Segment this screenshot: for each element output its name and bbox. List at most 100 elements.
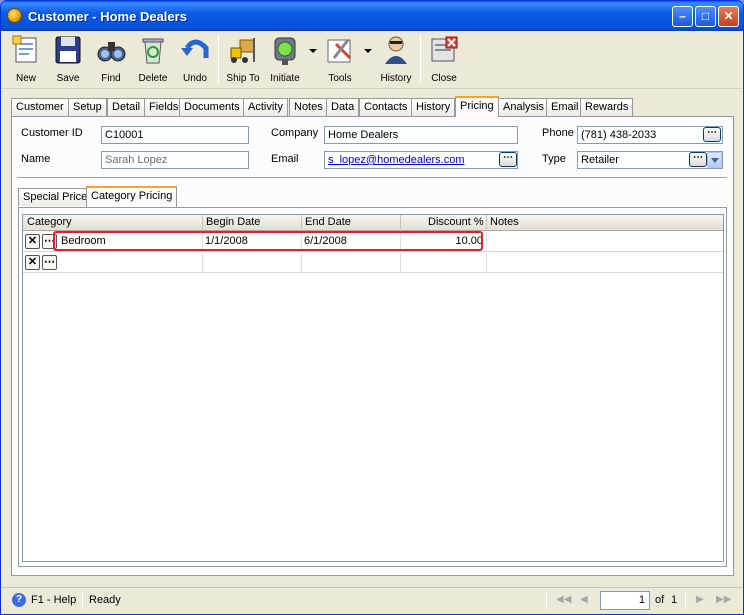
initiate-dropdown-arrow[interactable] xyxy=(309,49,317,53)
last-page-icon[interactable]: ▶▶ xyxy=(716,594,731,605)
toolbar-separator xyxy=(218,35,219,83)
page-total: 1 xyxy=(671,594,678,606)
cell-divider xyxy=(202,253,203,273)
column-header-discount[interactable]: Discount % xyxy=(428,216,484,228)
toolbar: New Save Find Delete Undo Ship To Initia… xyxy=(2,31,742,89)
company-field[interactable]: Home Dealers xyxy=(324,126,518,144)
column-header-notes[interactable]: Notes xyxy=(490,216,519,228)
phone-label: Phone xyxy=(542,127,574,139)
status-separator xyxy=(685,592,686,609)
tab-history[interactable]: History xyxy=(411,98,456,116)
tab-contacts[interactable]: Contacts xyxy=(359,98,413,116)
table-row-new[interactable]: ✕ ⋯ xyxy=(23,253,723,273)
email-label: Email xyxy=(271,153,299,165)
status-separator xyxy=(82,592,83,609)
row-more-button[interactable]: ⋯ xyxy=(42,255,57,270)
cell-divider xyxy=(486,232,487,252)
category-pricing-panel: Category Begin Date End Date Discount % … xyxy=(18,207,727,567)
help-icon[interactable]: ? xyxy=(12,593,26,607)
column-divider[interactable] xyxy=(486,215,487,231)
next-page-icon[interactable]: ▶ xyxy=(696,594,704,605)
name-field[interactable]: Sarah Lopez xyxy=(101,151,249,169)
toolbar-separator xyxy=(420,35,421,83)
phone-more-button[interactable]: ⋯ xyxy=(703,127,721,142)
tab-data[interactable]: Data xyxy=(326,98,360,116)
tab-documents[interactable]: Documents xyxy=(179,98,245,116)
subtab-category-pricing[interactable]: Category Pricing xyxy=(86,186,178,207)
close-window-button[interactable]: ✕ xyxy=(718,6,739,27)
grid-header: Category Begin Date End Date Discount % … xyxy=(23,215,723,231)
tools-icon xyxy=(324,34,356,66)
type-more-button[interactable]: ⋯ xyxy=(689,152,707,167)
recycle-bin-icon xyxy=(137,34,169,66)
new-button[interactable]: New xyxy=(6,34,46,84)
maximize-button[interactable]: □ xyxy=(695,6,716,27)
find-button[interactable]: Find xyxy=(91,34,131,84)
tab-detail[interactable]: Detail xyxy=(107,98,146,116)
company-label: Company xyxy=(271,127,319,139)
tab-notes[interactable]: Notes xyxy=(289,98,328,116)
page-of-label: of xyxy=(655,594,665,606)
tools-dropdown-arrow[interactable] xyxy=(364,49,372,53)
title-bar[interactable]: Customer - Home Dealers – □ ✕ xyxy=(1,1,743,31)
history-button[interactable]: History xyxy=(376,34,416,84)
minimize-button[interactable]: – xyxy=(672,6,693,27)
save-button[interactable]: Save xyxy=(48,34,88,84)
row-highlight-annotation xyxy=(53,231,483,251)
page-number-input[interactable]: 1 xyxy=(600,591,650,610)
close-button[interactable]: Close xyxy=(424,34,464,84)
status-text: Ready xyxy=(89,594,121,606)
category-pricing-grid[interactable]: Category Begin Date End Date Discount % … xyxy=(22,214,724,562)
ship-to-button[interactable]: Ship To xyxy=(223,34,263,84)
phone-field[interactable]: (781) 438-2033 xyxy=(577,126,723,144)
email-field[interactable]: s_lopez@homedealers.com xyxy=(324,151,518,169)
customer-id-field[interactable]: C10001 xyxy=(101,126,249,144)
tab-pricing[interactable]: Pricing xyxy=(455,96,499,117)
status-separator xyxy=(546,592,547,609)
binoculars-icon xyxy=(95,34,127,66)
pricing-panel: Customer ID C10001 Name Sarah Lopez Comp… xyxy=(11,116,734,576)
traffic-light-icon xyxy=(269,34,301,66)
close-form-icon xyxy=(428,34,460,66)
tab-rewards[interactable]: Rewards xyxy=(580,98,634,116)
tab-analysis[interactable]: Analysis xyxy=(498,98,549,116)
column-header-category[interactable]: Category xyxy=(27,216,72,228)
floppy-disk-icon xyxy=(52,34,84,66)
new-document-icon xyxy=(10,34,42,66)
email-more-button[interactable]: ⋯ xyxy=(499,152,517,167)
tab-fields[interactable]: Fields xyxy=(144,98,184,116)
row-delete-icon[interactable]: ✕ xyxy=(25,234,40,249)
cell-divider xyxy=(301,253,302,273)
type-label: Type xyxy=(542,153,566,165)
customer-id-label: Customer ID xyxy=(21,127,83,139)
tab-customer[interactable]: Customer xyxy=(11,98,69,116)
initiate-button[interactable]: Initiate xyxy=(265,34,305,84)
type-dropdown-button[interactable] xyxy=(707,152,722,168)
cell-divider xyxy=(400,253,401,273)
tools-button[interactable]: Tools xyxy=(320,34,360,84)
name-label: Name xyxy=(21,153,51,165)
window-title: Customer - Home Dealers xyxy=(28,9,187,24)
tab-email[interactable]: Email xyxy=(546,98,584,116)
forklift-icon xyxy=(227,34,259,66)
column-header-end-date[interactable]: End Date xyxy=(305,216,351,228)
form-divider xyxy=(17,177,727,178)
first-page-icon[interactable]: ◀◀ xyxy=(556,594,571,605)
undo-button[interactable]: Undo xyxy=(175,34,215,84)
column-header-begin-date[interactable]: Begin Date xyxy=(206,216,260,228)
column-divider[interactable] xyxy=(400,215,401,231)
column-divider[interactable] xyxy=(202,215,203,231)
app-icon xyxy=(7,8,22,23)
status-bar: ? F1 - Help Ready ◀◀ ◀ 1 of 1 ▶ ▶▶ xyxy=(2,587,742,613)
person-history-icon xyxy=(380,34,412,66)
row-delete-icon[interactable]: ✕ xyxy=(25,255,40,270)
tab-setup[interactable]: Setup xyxy=(68,98,107,116)
undo-arrow-icon xyxy=(179,34,211,66)
delete-button[interactable]: Delete xyxy=(133,34,173,84)
tab-activity[interactable]: Activity xyxy=(243,98,288,116)
help-shortcut-label[interactable]: F1 - Help xyxy=(31,594,76,606)
customer-window: Customer - Home Dealers – □ ✕ New Save F… xyxy=(0,0,744,615)
column-divider[interactable] xyxy=(301,215,302,231)
previous-page-icon[interactable]: ◀ xyxy=(580,594,588,605)
subtab-special-price[interactable]: Special Price xyxy=(18,188,93,206)
